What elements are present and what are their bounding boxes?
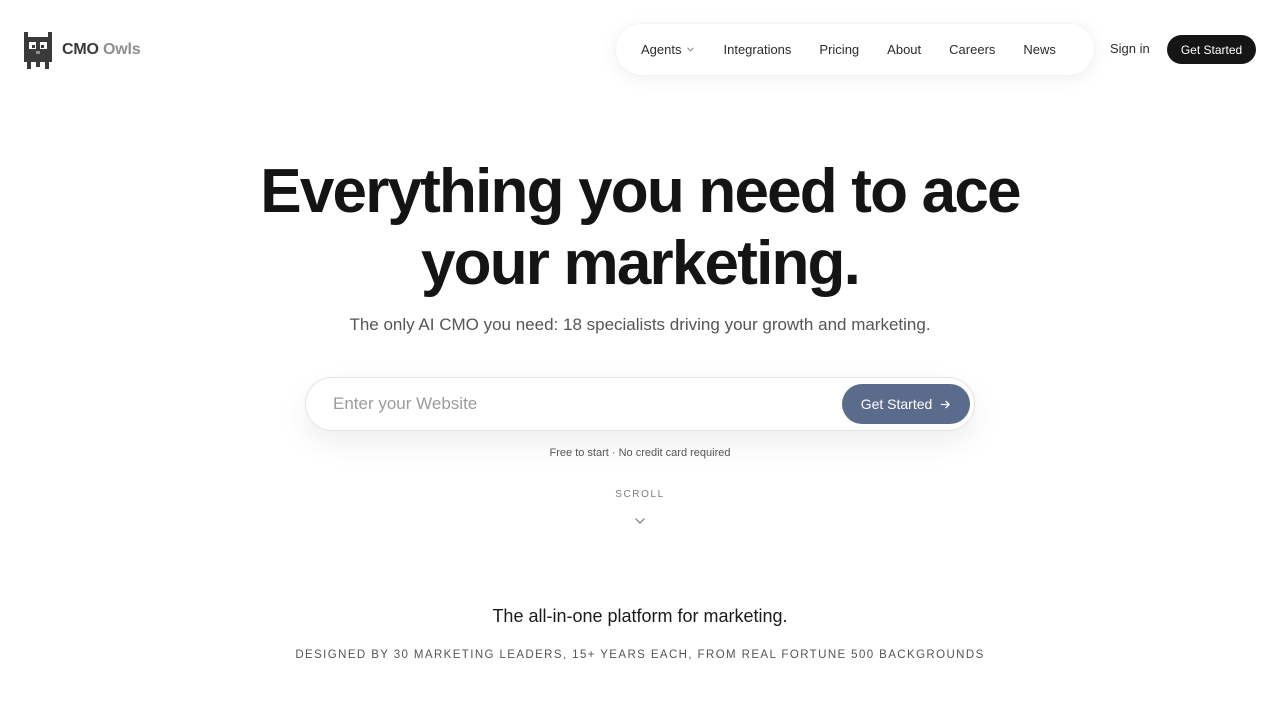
brand-logo[interactable]: CMO Owls — [24, 31, 141, 69]
nav-item-careers-label: Careers — [949, 42, 996, 57]
nav-item-agents[interactable]: Agents — [641, 42, 695, 57]
nav-item-integrations-label: Integrations — [723, 42, 792, 57]
hero-headline-line-1: Everything you need to ace — [260, 157, 1021, 226]
nav-item-news-label: News — [1023, 42, 1056, 57]
brand-name-primary: CMO — [62, 41, 99, 58]
nav-item-integrations[interactable]: Integrations — [723, 42, 791, 57]
nav-item-careers[interactable]: Careers — [949, 42, 995, 57]
website-input[interactable] — [331, 378, 831, 430]
owl-pixel-icon — [24, 31, 52, 69]
nav-item-about[interactable]: About — [887, 42, 921, 57]
scroll-label: SCROLL — [615, 489, 665, 500]
nav-item-agents-label: Agents — [641, 42, 682, 57]
nav-item-pricing[interactable]: Pricing — [819, 42, 859, 57]
section-subtitle: DESIGNED BY 30 MARKETING LEADERS, 15+ YE… — [295, 649, 985, 661]
arrow-right-icon — [941, 400, 951, 408]
nav-item-pricing-label: Pricing — [819, 42, 860, 57]
hero-headline-line-2: your marketing. — [420, 229, 861, 298]
nav-item-about-label: About — [887, 42, 922, 57]
hero-get-started-label: Get Started — [860, 396, 933, 412]
header-get-started-button[interactable]: Get Started — [1167, 35, 1256, 64]
fine-print: Free to start · No credit card required — [549, 447, 731, 459]
hero-headline: Everything you need to ace your marketin… — [0, 156, 1280, 300]
sign-in-link[interactable]: Sign in — [1110, 41, 1150, 56]
nav-item-news[interactable]: News — [1023, 42, 1056, 57]
chevron-down-icon[interactable] — [634, 515, 646, 527]
hero-get-started-button[interactable]: Get Started — [842, 384, 970, 424]
section-title: The all-in-one platform for marketing. — [492, 606, 788, 626]
brand-name-secondary: Owls — [102, 41, 141, 58]
website-search-bar: Get Started — [305, 377, 975, 431]
hero-subheadline: The only AI CMO you need: 18 specialists… — [349, 315, 931, 334]
main-nav: Agents Integrations Pricing About Career… — [616, 24, 1094, 75]
brand-name: CMO Owls — [62, 41, 141, 59]
chevron-down-icon — [687, 47, 695, 52]
